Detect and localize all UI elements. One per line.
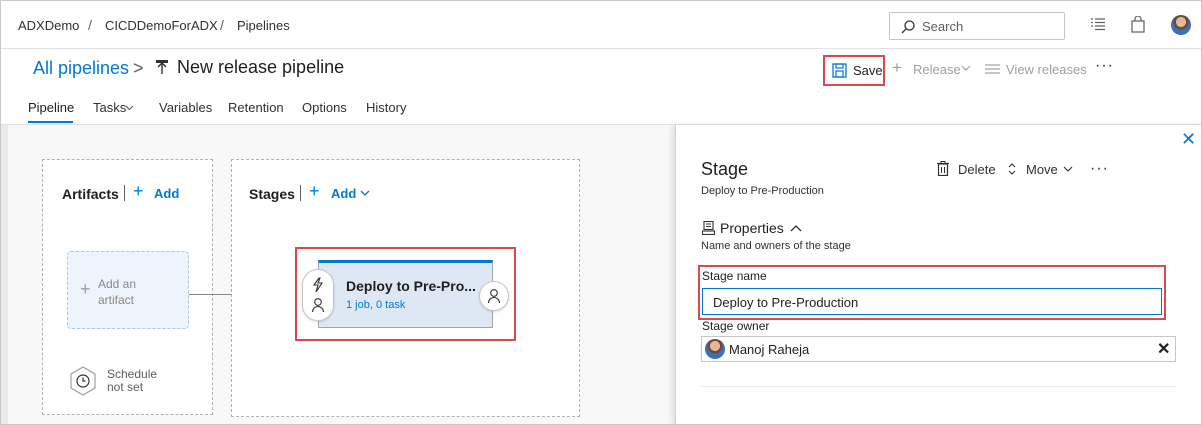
canvas-edge — [1, 125, 8, 424]
panel-title: Stage — [701, 159, 749, 179]
add-stage-link[interactable]: Add — [331, 186, 356, 201]
plus-icon: + — [80, 279, 91, 299]
stage-owner-label: Stage owner — [702, 319, 770, 333]
breadcrumb-project[interactable]: CICDDemoForADX — [105, 18, 218, 33]
add-stage-plus-icon[interactable]: + — [309, 181, 320, 202]
stage-name-field[interactable]: Deploy to Pre-Production — [702, 288, 1162, 315]
chevron-down-icon — [961, 65, 971, 71]
properties-header[interactable]: Properties — [720, 220, 784, 236]
properties-icon — [702, 221, 715, 235]
tab-retention[interactable]: Retention — [228, 100, 284, 115]
tab-variables[interactable]: Variables — [159, 100, 212, 115]
save-icon — [832, 63, 847, 78]
tab-options[interactable]: Options — [302, 100, 347, 115]
release-button[interactable]: Release — [913, 62, 961, 77]
shopping-bag-icon[interactable] — [1131, 16, 1145, 33]
list-icon — [985, 64, 1000, 74]
person-icon — [487, 289, 501, 304]
tab-pipeline[interactable]: Pipeline — [28, 100, 74, 115]
close-icon[interactable]: ✕ — [1181, 129, 1196, 150]
list-icon[interactable] — [1090, 16, 1106, 32]
chevron-down-icon[interactable] — [360, 190, 370, 197]
breadcrumb-org[interactable]: ADXDemo — [18, 18, 79, 33]
owner-avatar — [705, 339, 725, 359]
stage-name-value[interactable]: Deploy to Pre-Production — [713, 295, 858, 310]
add-artifact-text: Add an artifact — [98, 277, 137, 307]
clear-owner-icon[interactable]: ✕ — [1157, 339, 1170, 359]
panel-more-options-icon[interactable]: ··· — [1090, 160, 1109, 178]
top-bar: ADXDemo / CICDDemoForADX / Pipelines Sea… — [1, 1, 1201, 49]
breadcrumb-separator: / — [220, 17, 224, 33]
tab-tasks[interactable]: Tasks — [93, 100, 126, 115]
app-window: ADXDemo / CICDDemoForADX / Pipelines Sea… — [0, 0, 1202, 425]
search-icon — [901, 20, 915, 34]
add-artifact-link[interactable]: Add — [154, 186, 179, 201]
more-options-icon[interactable]: ··· — [1095, 57, 1114, 75]
plus-icon: + — [892, 58, 902, 77]
pre-deployment-conditions[interactable] — [302, 269, 334, 321]
move-button[interactable]: Move — [1026, 162, 1058, 177]
divider — [701, 386, 1176, 387]
active-tab-indicator — [28, 121, 73, 123]
artifacts-title: Artifacts — [62, 186, 119, 202]
properties-description: Name and owners of the stage — [701, 240, 851, 252]
stage-card-jobs-link[interactable]: 1 job, 0 task — [346, 299, 405, 311]
save-button[interactable]: Save — [823, 55, 885, 86]
save-label: Save — [853, 63, 883, 78]
post-deployment-conditions[interactable] — [479, 281, 509, 311]
search-input[interactable]: Search — [922, 19, 963, 34]
search-box[interactable]: Search — [889, 12, 1065, 40]
schedule-status: Schedule not set — [107, 367, 158, 394]
breadcrumb-pipelines[interactable]: Pipelines — [237, 18, 290, 33]
delete-button[interactable]: Delete — [958, 162, 996, 177]
add-artifact-placeholder[interactable]: + Add an artifact — [67, 251, 189, 329]
stage-owner-field[interactable]: Manoj Raheja ✕ — [701, 336, 1176, 362]
lightning-icon — [312, 277, 324, 293]
chevron-down-icon — [125, 105, 134, 111]
owner-name: Manoj Raheja — [729, 342, 810, 357]
page-title: New release pipeline — [177, 57, 345, 77]
schedule-clock-icon[interactable] — [69, 366, 97, 396]
person-icon — [311, 298, 325, 313]
divider — [300, 185, 301, 201]
release-pipeline-icon — [156, 60, 168, 74]
chevron-down-icon[interactable] — [1063, 166, 1073, 173]
chevron-right-icon: > — [133, 58, 144, 78]
stage-name-label: Stage name — [702, 269, 767, 283]
move-icon — [1008, 163, 1016, 175]
add-artifact-plus-icon[interactable]: + — [133, 181, 144, 202]
user-avatar[interactable] — [1171, 15, 1191, 35]
stage-card-name[interactable]: Deploy to Pre-Pro... — [346, 278, 476, 294]
view-releases-button[interactable]: View releases — [1006, 62, 1087, 77]
chevron-up-icon[interactable] — [790, 224, 802, 232]
panel-subtitle: Deploy to Pre-Production — [701, 185, 824, 197]
trash-icon[interactable] — [937, 161, 949, 176]
divider — [124, 185, 125, 201]
stages-title: Stages — [249, 186, 295, 202]
all-pipelines-link[interactable]: All pipelines — [33, 58, 129, 79]
breadcrumb-separator: / — [88, 17, 92, 33]
stage-card[interactable] — [318, 260, 493, 328]
tab-history[interactable]: History — [366, 100, 406, 115]
